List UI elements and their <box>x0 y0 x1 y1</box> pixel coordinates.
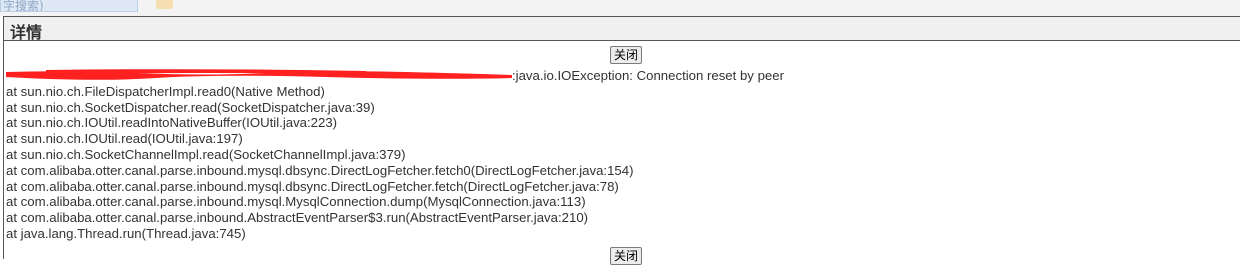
stack-frame: at sun.nio.ch.SocketChannelImpl.read(Soc… <box>6 146 406 162</box>
details-dialog: 详情 关闭 :java.io.IOException: Connection r… <box>3 16 1240 265</box>
exception-header: :java.io.IOException: Connection reset b… <box>6 68 784 84</box>
stack-frame: at com.alibaba.otter.canal.parse.inbound… <box>6 162 634 178</box>
stack-frame: at com.alibaba.otter.canal.parse.inbound… <box>6 178 619 194</box>
stack-frame: at sun.nio.ch.IOUtil.read(IOUtil.java:19… <box>6 131 243 147</box>
stack-trace: :java.io.IOException: Connection reset b… <box>6 68 784 242</box>
stack-frame: at java.lang.Thread.run(Thread.java:745) <box>6 225 246 241</box>
exception-message: :java.io.IOException: Connection reset b… <box>512 68 784 83</box>
stack-frame: at com.alibaba.otter.canal.parse.inbound… <box>6 210 589 226</box>
stack-frame: at sun.nio.ch.IOUtil.readIntoNativeBuffe… <box>6 115 338 131</box>
stack-frame: at sun.nio.ch.FileDispatcherImpl.read0(N… <box>6 83 325 99</box>
close-button-bottom[interactable]: 关闭 <box>610 247 643 265</box>
stack-frame: at com.alibaba.otter.canal.parse.inbound… <box>6 194 586 210</box>
close-button-top[interactable]: 关闭 <box>610 46 643 64</box>
redacted-mark <box>6 68 512 82</box>
stack-frame: at sun.nio.ch.SocketDispatcher.read(Sock… <box>6 99 375 115</box>
redaction-stroke-2 <box>46 69 366 74</box>
dialog-titlebar: 详情 <box>4 17 1240 42</box>
search-input[interactable]: 字搜索) <box>0 0 138 12</box>
folder-icon[interactable] <box>156 0 173 9</box>
dialog-title: 详情 <box>10 23 43 42</box>
top-toolbar: 字搜索) <box>0 0 1240 16</box>
